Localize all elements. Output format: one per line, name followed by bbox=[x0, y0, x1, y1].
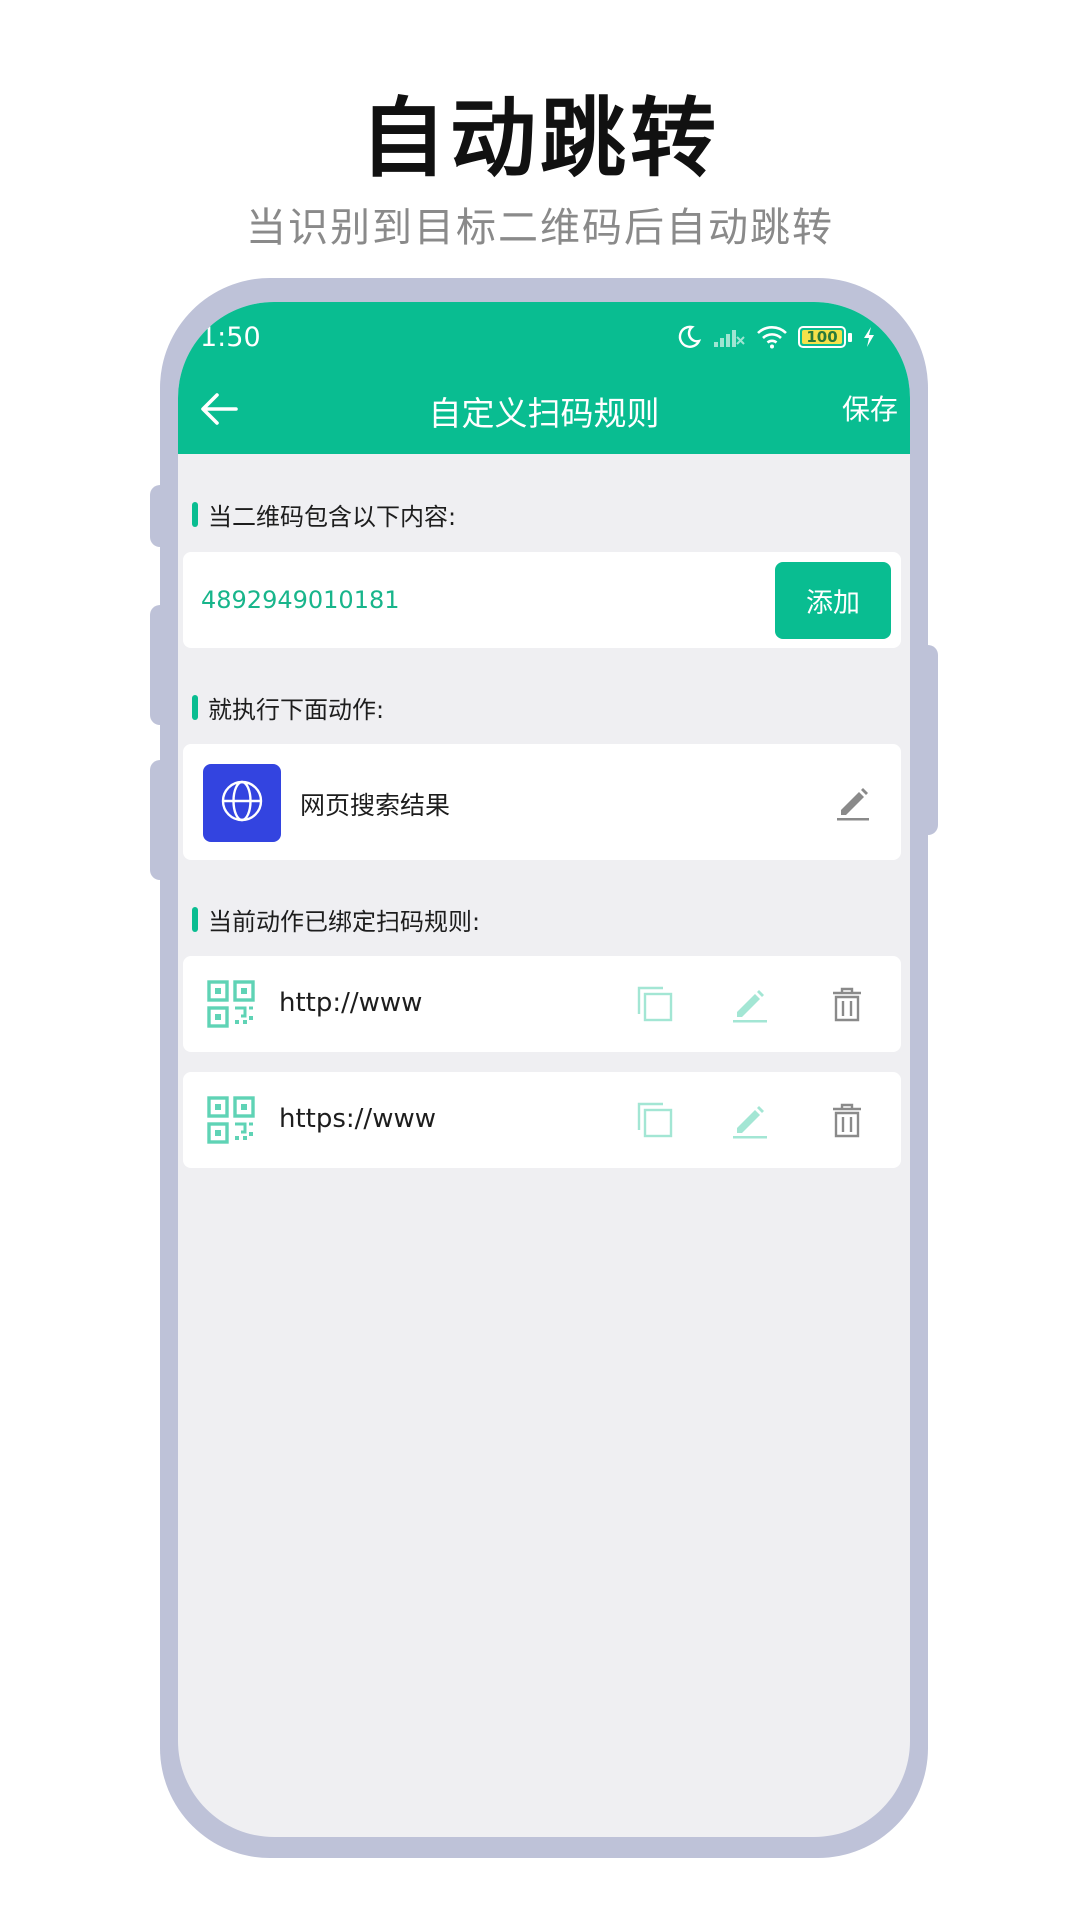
action-section-label: 就执行下面动作: bbox=[192, 690, 384, 725]
bound-rules-label-text: 当前动作已绑定扫码规则: bbox=[208, 908, 481, 936]
moon-icon bbox=[676, 324, 702, 350]
wifi-icon bbox=[756, 325, 788, 349]
action-edit-button[interactable] bbox=[833, 782, 873, 826]
back-arrow-icon bbox=[200, 392, 238, 430]
qr-code-icon bbox=[207, 1096, 255, 1148]
section-marker bbox=[192, 502, 198, 527]
page-title: 自定义扫码规则 bbox=[428, 394, 660, 433]
signal-off-icon bbox=[712, 325, 746, 349]
copy-icon[interactable] bbox=[635, 1100, 675, 1144]
save-button[interactable]: 保存 bbox=[842, 388, 898, 428]
add-button[interactable]: 添加 bbox=[775, 562, 891, 639]
promo-title: 自动跳转 bbox=[360, 89, 720, 189]
battery-icon: 100 bbox=[798, 326, 846, 348]
phone-screen: 1:50 100 自定义扫码规则 保存 当二维码包含以下内容: 48929490… bbox=[178, 302, 910, 1837]
trash-icon[interactable] bbox=[827, 984, 867, 1028]
action-icon-tile bbox=[203, 764, 281, 842]
charging-bolt-icon bbox=[862, 326, 876, 348]
back-button[interactable] bbox=[192, 384, 246, 438]
condition-label-text: 当二维码包含以下内容: bbox=[208, 503, 457, 531]
promo-subtitle: 当识别到目标二维码后自动跳转 bbox=[246, 205, 834, 251]
action-card[interactable]: 网页搜索结果 bbox=[183, 744, 901, 860]
rule-row[interactable]: https://www bbox=[183, 1072, 901, 1168]
trash-icon[interactable] bbox=[827, 1100, 867, 1144]
qr-code-icon bbox=[207, 980, 255, 1032]
battery-level: 100 bbox=[806, 328, 838, 346]
action-item-label: 网页搜索结果 bbox=[300, 791, 451, 820]
globe-icon bbox=[219, 778, 265, 828]
pencil-icon[interactable] bbox=[731, 1100, 771, 1144]
rule-text: http://www bbox=[279, 988, 423, 1018]
qr-content-input[interactable] bbox=[201, 580, 721, 620]
rule-row[interactable]: http://www bbox=[183, 956, 901, 1052]
rule-text: https://www bbox=[279, 1104, 436, 1134]
pencil-icon[interactable] bbox=[731, 984, 771, 1028]
condition-section-label: 当二维码包含以下内容: bbox=[192, 497, 456, 532]
section-marker bbox=[192, 907, 198, 932]
status-icons: 100 bbox=[676, 324, 876, 350]
bound-rules-section-label: 当前动作已绑定扫码规则: bbox=[192, 902, 480, 937]
app-header: 1:50 100 自定义扫码规则 保存 bbox=[178, 302, 910, 454]
action-label-text: 就执行下面动作: bbox=[208, 696, 385, 724]
copy-icon[interactable] bbox=[635, 984, 675, 1028]
section-marker bbox=[192, 695, 198, 720]
status-time: 1:50 bbox=[200, 322, 261, 353]
pencil-icon bbox=[833, 788, 873, 826]
condition-input-card: 添加 bbox=[183, 552, 901, 648]
